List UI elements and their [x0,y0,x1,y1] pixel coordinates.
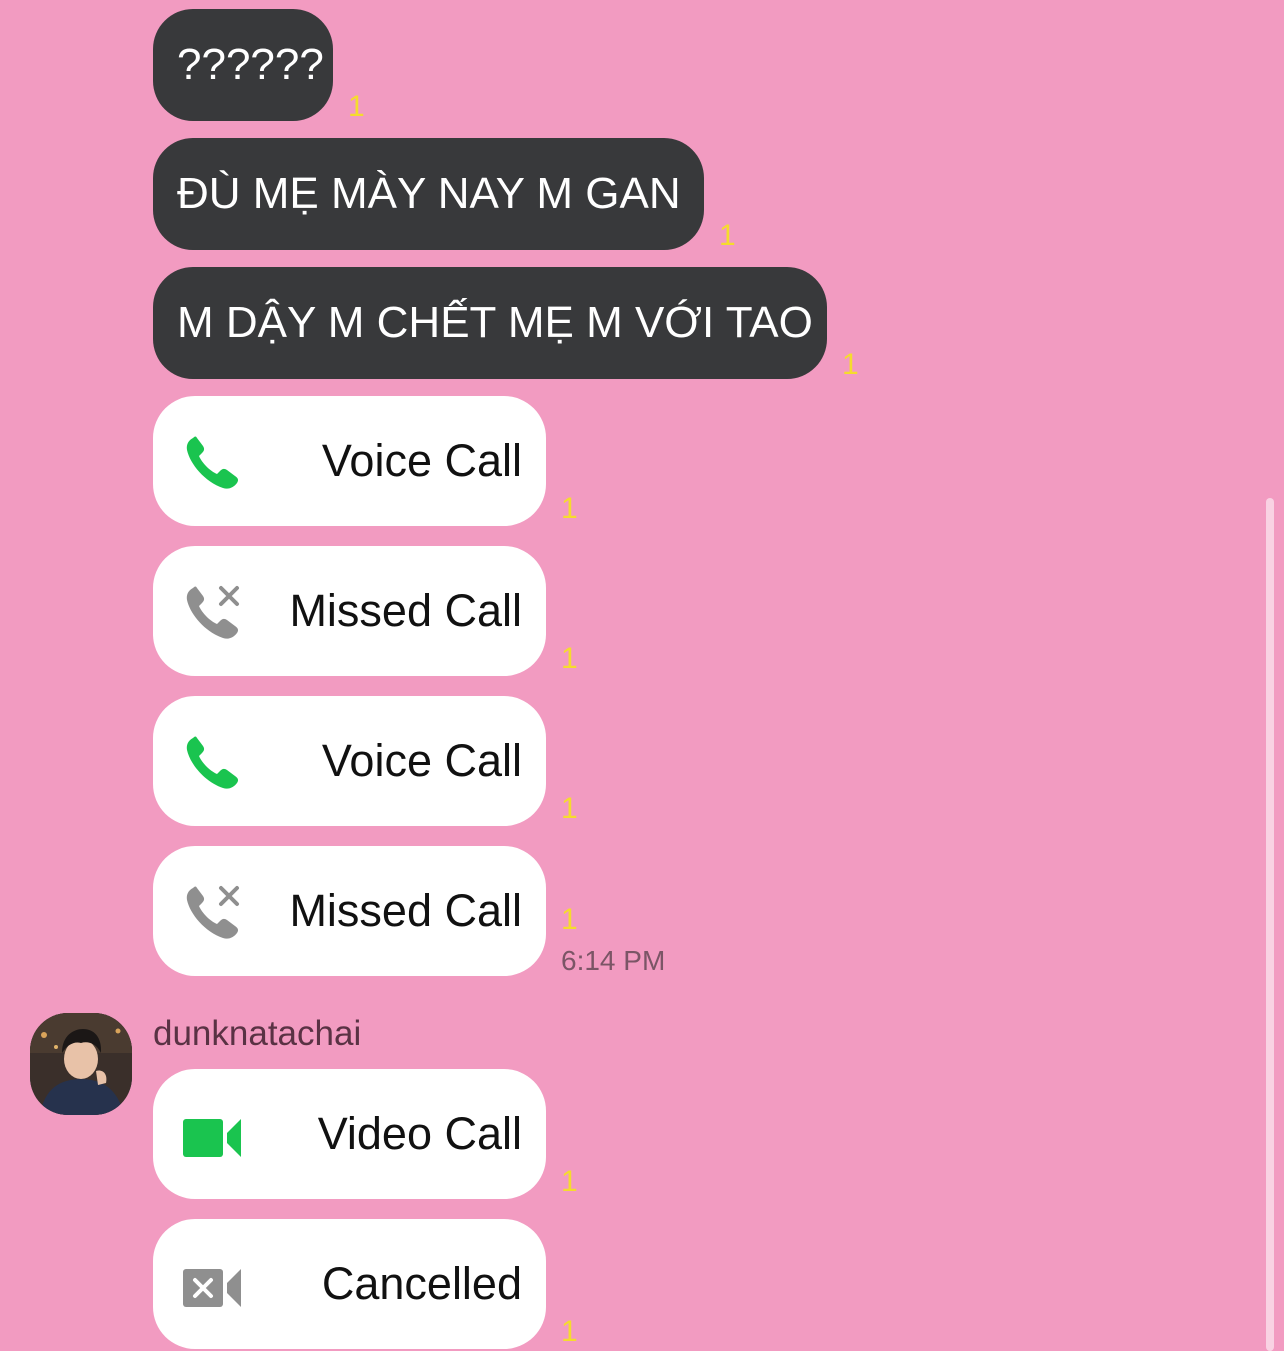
call-label: Missed Call [289,585,522,636]
video-cancelled-icon [183,1269,241,1307]
message-text: M DẬY M CHẾT MẸ M VỚI TAO [177,298,813,347]
read-count: 1 [348,90,365,123]
missed-call-icon [186,886,239,939]
read-count: 1 [561,1165,578,1198]
cancelled-call-bubble[interactable]: Cancelled [153,1219,546,1349]
message-text: ?????? [177,40,324,89]
scrollbar[interactable] [1266,498,1274,1351]
message-bubble[interactable]: M DẬY M CHẾT MẸ M VỚI TAO [153,267,827,379]
read-count: 1 [561,1315,578,1348]
video-camera-icon [183,1119,241,1157]
voice-call-bubble[interactable]: Voice Call [153,696,546,826]
call-label: Voice Call [321,435,522,486]
call-label: Cancelled [321,1258,522,1309]
message-bubble[interactable]: ?????? [153,9,333,121]
sender-name: dunknatachai [153,1014,362,1053]
read-count: 1 [561,492,578,525]
missed-call-bubble[interactable]: Missed Call [153,546,546,676]
read-count: 1 [561,642,578,675]
message-bubble[interactable]: ĐÙ MẸ MÀY NAY M GAN [153,138,704,250]
read-count: 1 [561,903,578,936]
read-count: 1 [561,792,578,825]
avatar[interactable] [30,1013,132,1115]
phone-icon [186,436,239,489]
call-label: Voice Call [321,735,522,786]
read-count: 1 [719,219,736,252]
video-call-bubble[interactable]: Video Call [153,1069,546,1199]
phone-icon [186,736,239,789]
call-label: Video Call [317,1108,522,1159]
missed-call-icon [186,586,239,639]
call-label: Missed Call [289,885,522,936]
message-text: ĐÙ MẸ MÀY NAY M GAN [177,169,681,218]
missed-call-bubble[interactable]: Missed Call [153,846,546,976]
voice-call-bubble[interactable]: Voice Call [153,396,546,526]
message-timestamp: 6:14 PM [561,945,666,976]
read-count: 1 [842,348,859,381]
avatar-photo [30,1013,132,1115]
